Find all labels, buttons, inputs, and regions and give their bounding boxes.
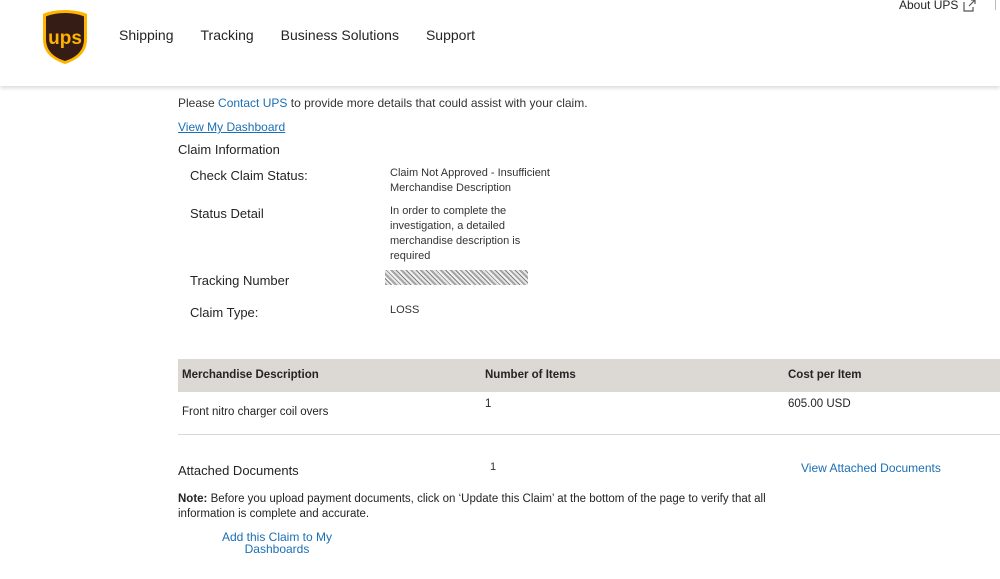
add-claim-line2: Dashboards [244,542,310,556]
about-ups-link[interactable]: About UPS [899,0,976,12]
claim-info-title: Claim Information [178,142,280,157]
header-divider [995,0,996,10]
attached-documents-count: 1 [490,461,497,473]
table-row: Front nitro charger coil overs 1 605.00 … [178,392,1000,435]
nav-shipping[interactable]: Shipping [119,27,174,43]
cell-num-items: 1 [485,398,492,410]
claim-content: Please Contact UPS to provide more detai… [0,86,1000,579]
view-dashboard-link[interactable]: View My Dashboard [178,120,285,134]
claim-type-value: LOSS [390,304,420,316]
note-prefix: Note: [178,493,208,505]
logo-text: ups [48,28,82,49]
merchandise-table: Merchandise Description Number of Items … [178,359,1000,435]
claim-type-label: Claim Type: [190,305,259,320]
top-header: ups Shipping Tracking Business Solutions… [0,0,1000,86]
attached-documents-label: Attached Documents [178,463,299,478]
cell-cost-per-item: 605.00 USD [788,398,851,410]
col-cost-per-item: Cost per Item [788,369,862,381]
tracking-number-label: Tracking Number [190,273,290,288]
status-detail-label: Status Detail [190,206,264,221]
contact-ups-link[interactable]: Contact UPS [218,96,287,110]
table-header-row: Merchandise Description Number of Items … [178,359,1000,392]
status-detail-value: In order to complete the investigation, … [390,205,521,262]
col-num-items: Number of Items [485,369,576,381]
add-claim-to-dashboard-link[interactable]: Add this Claim to My Dashboards [218,531,336,555]
contact-prefix: Please [178,96,219,110]
view-attached-documents-link[interactable]: View Attached Documents [801,461,941,475]
nav-business-solutions[interactable]: Business Solutions [281,27,399,43]
contact-suffix: to provide more details that could assis… [287,96,588,110]
ups-logo[interactable]: ups [41,9,89,65]
upload-note: Note: Before you upload payment document… [178,492,778,522]
about-ups-label: About UPS [899,0,959,12]
contact-line: Please Contact UPS to provide more detai… [178,96,588,110]
check-claim-status-label: Check Claim Status: [190,168,308,183]
check-claim-status-value: Claim Not Approved - Insufficient Mercha… [390,167,550,194]
main-nav: Shipping Tracking Business Solutions Sup… [119,27,502,43]
nav-tracking[interactable]: Tracking [201,27,254,43]
cell-merch-desc: Front nitro charger coil overs [182,406,329,418]
note-text: Before you upload payment documents, cli… [178,493,766,520]
tracking-number-redacted [385,270,528,285]
external-link-icon [963,0,976,12]
col-merch-desc: Merchandise Description [182,369,319,381]
nav-support[interactable]: Support [426,27,475,43]
